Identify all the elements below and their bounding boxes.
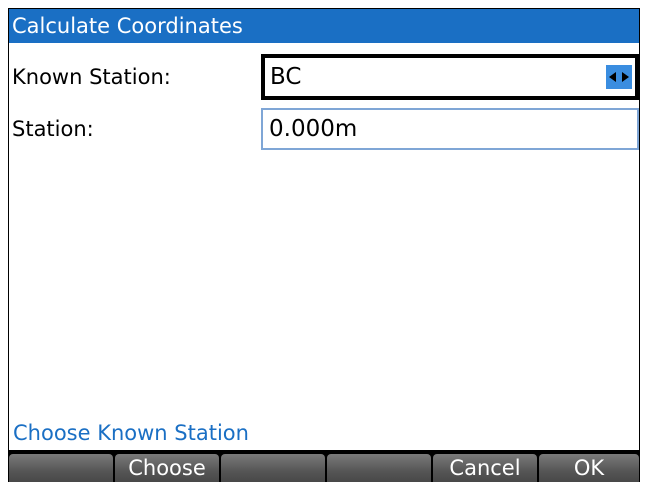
window-title: Calculate Coordinates	[9, 9, 639, 43]
softkey-bar: Choose Cancel OK	[9, 450, 639, 482]
softkey-3[interactable]	[221, 454, 325, 482]
softkey-4[interactable]	[327, 454, 431, 482]
station-label: Station:	[12, 117, 94, 141]
known-station-value: BC	[270, 64, 302, 90]
station-input[interactable]: 0.000m	[261, 108, 639, 150]
left-right-arrows-icon[interactable]	[606, 65, 632, 89]
choose-button[interactable]: Choose	[115, 454, 219, 482]
app-screen: Calculate Coordinates Known Station: BC …	[8, 8, 640, 482]
known-station-label: Known Station:	[12, 65, 171, 89]
station-value: 0.000m	[269, 116, 358, 142]
status-help-text: Choose Known Station	[13, 421, 249, 445]
known-station-chooser[interactable]: BC	[261, 54, 639, 100]
ok-button[interactable]: OK	[539, 454, 639, 482]
softkey-1[interactable]	[9, 454, 113, 482]
cancel-button[interactable]: Cancel	[433, 454, 537, 482]
